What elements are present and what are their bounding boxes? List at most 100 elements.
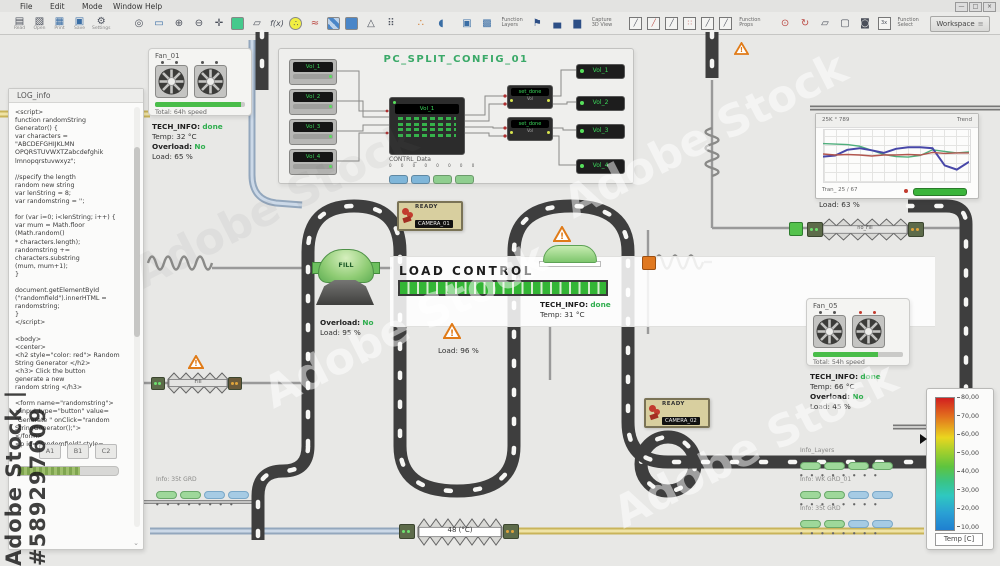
temp-scale-label: Temp [C] <box>935 533 983 546</box>
camera-badge-1: READY CAMERA_01 <box>397 201 463 231</box>
trend-header-right: Trend <box>956 117 972 123</box>
scroll-down-icon[interactable]: ⌄ <box>133 539 139 547</box>
contrl-buttons <box>389 169 477 188</box>
svg-text:!: ! <box>560 232 564 242</box>
vol-display-2: Vol_2 <box>576 96 625 111</box>
fan01-info: TECH_INFO: done Temp: 32 °C Overload: No… <box>152 122 223 161</box>
status-pill <box>848 520 869 528</box>
fan-icon <box>194 65 227 98</box>
pipe-connector <box>228 377 242 390</box>
camera-icon <box>399 203 415 229</box>
pipe-cross-connector <box>789 222 803 236</box>
info-group-wk-grd: Info: WK GRD_01 ● ● ● ● ● ● ● ● <box>800 476 896 506</box>
scrollbar-thumb[interactable] <box>134 147 140 337</box>
vol-module-3: Vol_3 <box>289 119 337 145</box>
status-pill <box>824 520 845 528</box>
camera-icon <box>646 400 662 426</box>
fan05-panel: Fan_05 Total: 54h speed <box>806 298 910 366</box>
status-pill <box>228 491 249 499</box>
info-group-35t-grd-left: Info: 35t GRD ● ● ● ● ● ● ● ● <box>156 476 252 506</box>
fan01-status-dots <box>161 61 245 64</box>
exchanger-48c-label: 48 (°C) <box>447 526 473 534</box>
stock-watermark: Adobe Stock | #589297609 <box>2 389 50 566</box>
fill-tank-info: Overload: No Load: 95 % <box>320 318 374 337</box>
trend-footer: Tran_ 25 / 67 <box>816 184 978 197</box>
temp-tick: 80,00 <box>957 394 979 401</box>
status-pill <box>848 491 869 499</box>
temp-tick: 60,00 <box>957 431 979 438</box>
warning-icon: ! <box>187 354 205 373</box>
fan01-title: Fan_01 <box>155 52 180 60</box>
vol-module-1: Vol_1 <box>289 59 337 85</box>
pc-split-config-panel: PC_SPLIT_CONFIG_01 Vol_1 Vol_2 Vol_3 Vol… <box>278 48 634 184</box>
set-done-module-2: set_done Vol <box>507 117 553 141</box>
fan01-panel: Fan_01 Total: 64h speed <box>148 48 252 116</box>
pipe-connector <box>399 524 415 539</box>
center-info: TECH_INFO: done Temp: 31 °C <box>540 300 611 319</box>
contrl-button-3[interactable] <box>433 175 452 184</box>
set-done-module-1: set_done Vol <box>507 85 553 109</box>
pipe-connector <box>503 524 519 539</box>
temp-tick: 50,00 <box>957 450 979 457</box>
status-pill <box>180 491 201 499</box>
status-pill <box>800 520 821 528</box>
warning-icon: ! <box>442 321 462 343</box>
pipe-connector <box>908 222 924 237</box>
fan05-speed-bar <box>813 352 903 357</box>
fan01-total-label: Total: 64h speed <box>155 109 207 116</box>
control-module: Vol_1 <box>389 97 465 155</box>
temp-scale-ticks: 80,00 70,00 60,00 50,00 40,00 30,00 20,00 10,00 <box>927 394 993 534</box>
scrollbar[interactable] <box>134 107 140 527</box>
monitor-progress-bar <box>398 280 608 296</box>
log-panel-title: LOG_info <box>17 91 51 100</box>
contrl-button-2[interactable] <box>411 175 430 184</box>
temp-tick: 10,00 <box>957 524 979 531</box>
pipe-cross-connector-orange <box>642 256 656 270</box>
exchanger-no-fill-label: no_Fill <box>857 225 873 231</box>
fan-icon <box>852 315 885 348</box>
log-panel-header: LOG_info <box>9 89 143 103</box>
fan05-title: Fan_05 <box>813 302 838 310</box>
trend-header: 25K ° 789 Trend <box>816 114 978 128</box>
status-pill <box>204 491 225 499</box>
log-button-c2[interactable]: C2 <box>95 444 117 459</box>
status-pill <box>872 491 893 499</box>
temp-pointer-icon <box>920 434 927 444</box>
pipe-connector <box>807 222 823 237</box>
contrl-button-1[interactable] <box>389 175 408 184</box>
vol-display-4: Vol_4 <box>576 159 625 174</box>
vol-display-3: Vol_3 <box>576 124 625 139</box>
svg-text:!: ! <box>194 359 198 368</box>
status-pill <box>824 491 845 499</box>
trend-footer-label: Tran_ 25 / 67 <box>822 187 858 193</box>
status-pill <box>824 462 845 470</box>
vol-display-1: Vol_1 <box>576 64 625 79</box>
log-button-b1[interactable]: B1 <box>67 444 89 459</box>
fan05-status-dots <box>819 311 903 314</box>
trend-load: Load: 63 % <box>819 200 860 209</box>
trend-progress-bar <box>913 188 967 196</box>
svg-text:!: ! <box>450 329 454 339</box>
temp-tick: 20,00 <box>957 505 979 512</box>
temp-tick: 30,00 <box>957 487 979 494</box>
trend-header-left: 25K ° 789 <box>822 117 850 123</box>
fan05-info: TECH_INFO: done Temp: 66 °C Overload: No… <box>810 372 881 411</box>
contrl-data-label: CONTRL_Data <box>389 156 431 163</box>
exchanger-fill-label: Fill <box>194 379 202 385</box>
contrl-button-4[interactable] <box>455 175 474 184</box>
fan-icon <box>155 65 188 98</box>
fan05-total-label: Total: 54h speed <box>813 359 865 366</box>
status-pill <box>848 462 869 470</box>
warning-icon: ! <box>733 40 750 59</box>
trend-chart <box>823 129 971 183</box>
fan01-speed-bar <box>155 102 245 107</box>
trend-panel: 25K ° 789 Trend Tran_ 25 / 67 <box>815 113 979 199</box>
fan-icon <box>813 315 846 348</box>
status-pill <box>156 491 177 499</box>
svg-text:!: ! <box>740 46 743 54</box>
contrl-digits: 0 0 0 0 0 0 0 0 <box>389 163 479 168</box>
load96-label: Load: 96 % <box>438 346 479 355</box>
info-group-layers: Info_Layers ● ● ● ● ● ● ● ● <box>800 447 896 477</box>
info-group-35t-grd: Info: 35t GRD ● ● ● ● ● ● ● ● <box>800 505 896 535</box>
temp-tick: 40,00 <box>957 468 979 475</box>
